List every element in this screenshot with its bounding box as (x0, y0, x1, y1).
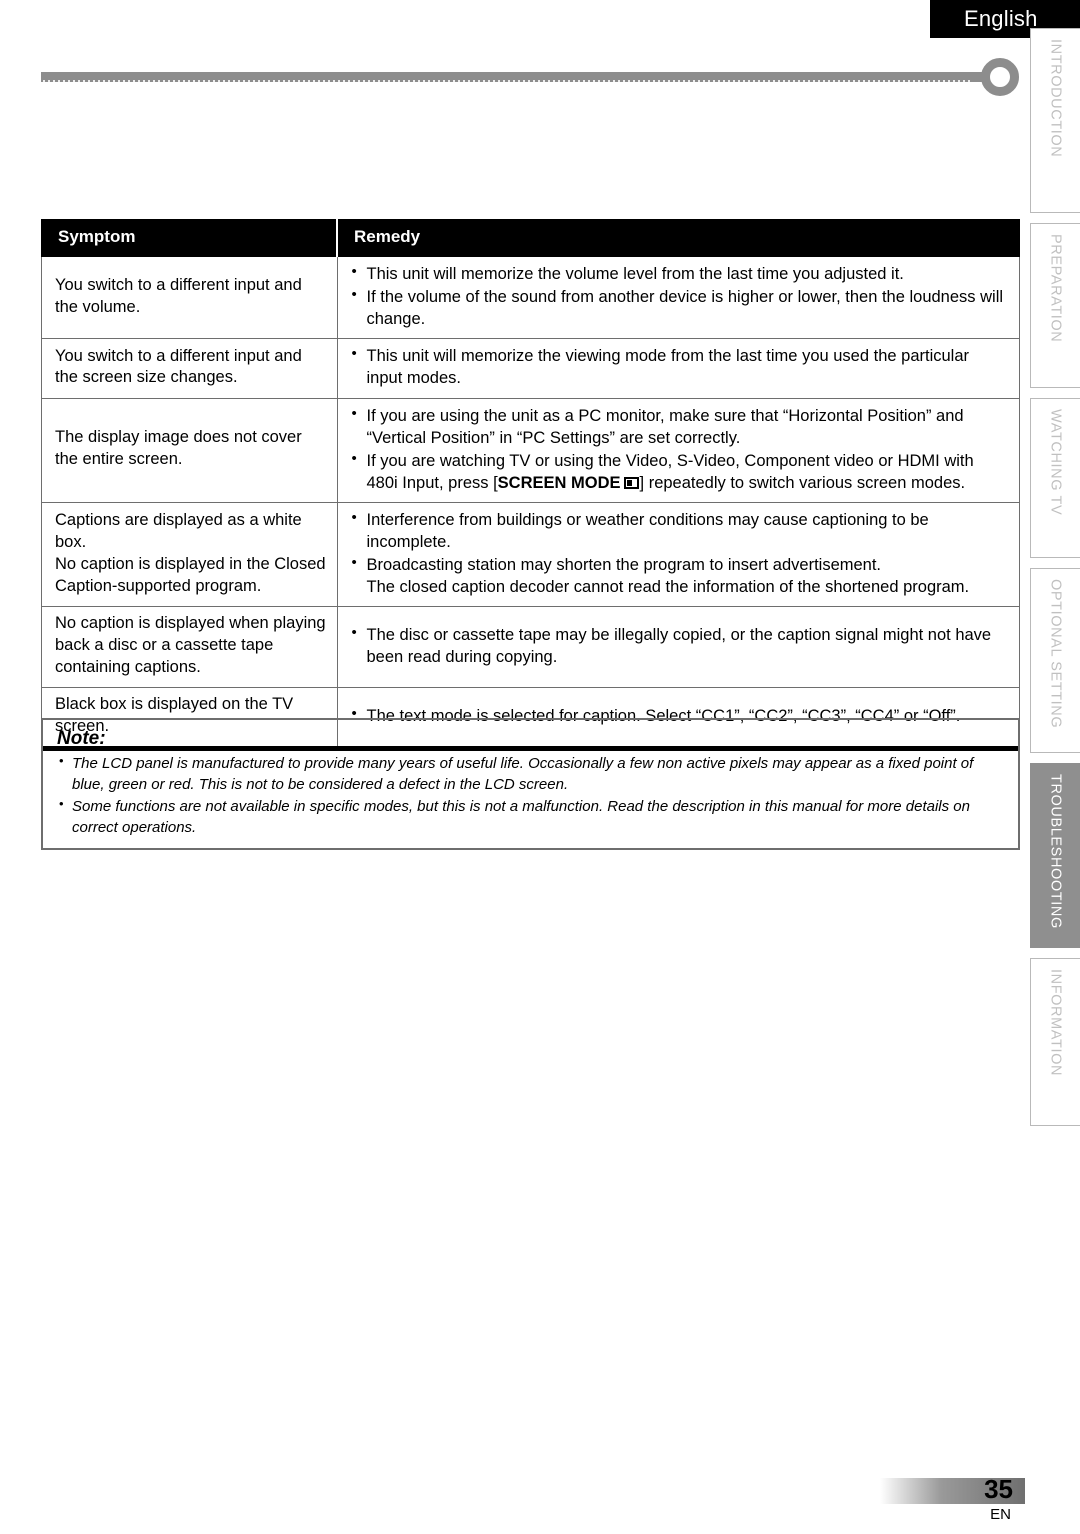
section-tab-optional-setting[interactable]: OPTIONAL SETTING (1030, 568, 1080, 753)
remedy-list: The disc or cassette tape may be illegal… (351, 623, 1010, 668)
remedy-list: This unit will memorize the volume level… (351, 262, 1010, 330)
remedy-item: If the volume of the sound from another … (351, 285, 1010, 330)
section-tab-label: INFORMATION (1047, 969, 1064, 1077)
note-list: The LCD panel is manufactured to provide… (57, 752, 1004, 839)
note-title: Note: (57, 728, 106, 749)
remedy-list: This unit will memorize the viewing mode… (351, 344, 1010, 389)
section-tab-strip: INTRODUCTION PREPARATION WATCHING TV OPTION… (1030, 28, 1080, 1136)
symptom-cell: You switch to a different input and the … (41, 255, 338, 340)
section-tab-troubleshooting[interactable]: TROUBLESHOOTING (1030, 763, 1080, 948)
table-row: No caption is displayed when playing bac… (41, 606, 1020, 689)
column-header-symptom: Symptom (41, 219, 338, 257)
remedy-list: Interference from buildings or weather c… (351, 508, 1010, 598)
remedy-cell: If you are using the unit as a PC monito… (336, 397, 1020, 503)
remedy-text-continued: 480i Input, press [ (366, 473, 498, 492)
note-item: The LCD panel is manufactured to provide… (57, 752, 1004, 796)
troubleshooting-table: Symptom Remedy You switch to a different… (41, 219, 1020, 752)
section-tab-label: PREPARATION (1047, 234, 1064, 343)
footer-gradient-bar: 35 (880, 1474, 1025, 1504)
footer-language-code: EN (990, 1506, 1011, 1523)
remedy-item: This unit will memorize the viewing mode… (351, 344, 1010, 389)
remedy-item: If you are using the unit as a PC monito… (351, 404, 1010, 449)
table-row: The display image does not cover the ent… (41, 397, 1020, 503)
remedy-item: Interference from buildings or weather c… (351, 508, 1010, 553)
remedy-text: If you are watching TV or using the Vide… (366, 451, 974, 470)
section-tab-label: INTRODUCTION (1047, 39, 1064, 158)
remedy-cell: Interference from buildings or weather c… (336, 501, 1020, 608)
remedy-item: This unit will memorize the volume level… (351, 262, 1010, 285)
table-head: Symptom Remedy (41, 219, 1020, 257)
table-body: You switch to a different input and the … (41, 255, 1020, 752)
symptom-cell: The display image does not cover the ent… (41, 397, 338, 503)
language-tab-label: English (964, 6, 1038, 31)
rule-ring-icon (981, 58, 1019, 96)
table-row: Captions are displayed as a white box. N… (41, 501, 1020, 608)
page-footer: 35 EN (880, 1474, 1025, 1523)
remedy-list: If you are using the unit as a PC monito… (351, 404, 1010, 494)
remedy-text: Interference from buildings or weather c… (366, 510, 929, 552)
remedy-text-tail: ] repeatedly to switch various screen mo… (639, 473, 966, 492)
symptom-cell: Captions are displayed as a white box. N… (41, 501, 338, 608)
remedy-item: If you are watching TV or using the Vide… (351, 449, 1010, 494)
section-tab-label: OPTIONAL SETTING (1047, 579, 1064, 729)
remedy-cell: This unit will memorize the viewing mode… (336, 338, 1020, 399)
section-tab-label: WATCHING TV (1047, 409, 1064, 516)
remedy-text: The disc or cassette tape may be illegal… (366, 626, 992, 667)
section-tab-introduction[interactable]: INTRODUCTION (1030, 28, 1080, 213)
remedy-subtext: The closed caption decoder cannot read t… (366, 578, 970, 597)
remedy-text: If the volume of the sound from another … (366, 288, 1004, 329)
page-number: 35 (984, 1474, 1013, 1504)
table-row: You switch to a different input and the … (41, 255, 1020, 340)
note-item: Some functions are not available in spec… (57, 795, 1004, 839)
table-row: You switch to a different input and the … (41, 338, 1020, 399)
remedy-item: The disc or cassette tape may be illegal… (351, 623, 1010, 668)
remedy-text: This unit will memorize the viewing mode… (366, 347, 970, 388)
remedy-cell: This unit will memorize the volume level… (336, 255, 1020, 340)
column-header-remedy: Remedy (336, 219, 1020, 257)
section-tab-preparation[interactable]: PREPARATION (1030, 223, 1080, 388)
section-tab-information[interactable]: INFORMATION (1030, 958, 1080, 1126)
header-decorative-rule (41, 58, 1031, 98)
remedy-text: If you are using the unit as a PC monito… (366, 406, 964, 447)
remedy-text: This unit will memorize the volume level… (366, 265, 904, 283)
symptom-cell: You switch to a different input and the … (41, 338, 338, 399)
rule-bar (41, 72, 988, 82)
screen-mode-icon (623, 476, 639, 489)
table-header-row: Symptom Remedy (41, 219, 1020, 257)
remedy-cell: The disc or cassette tape may be illegal… (336, 606, 1020, 689)
note-box: Note: The LCD panel is manufactured to p… (41, 718, 1020, 851)
symptom-cell: No caption is displayed when playing bac… (41, 606, 338, 689)
section-tab-watching-tv[interactable]: WATCHING TV (1030, 398, 1080, 558)
section-tab-label: TROUBLESHOOTING (1047, 774, 1064, 929)
remedy-item: Broadcasting station may shorten the pro… (351, 553, 1010, 598)
screen-mode-key-label: SCREEN MODE (497, 473, 621, 492)
remedy-text: Broadcasting station may shorten the pro… (366, 556, 882, 575)
